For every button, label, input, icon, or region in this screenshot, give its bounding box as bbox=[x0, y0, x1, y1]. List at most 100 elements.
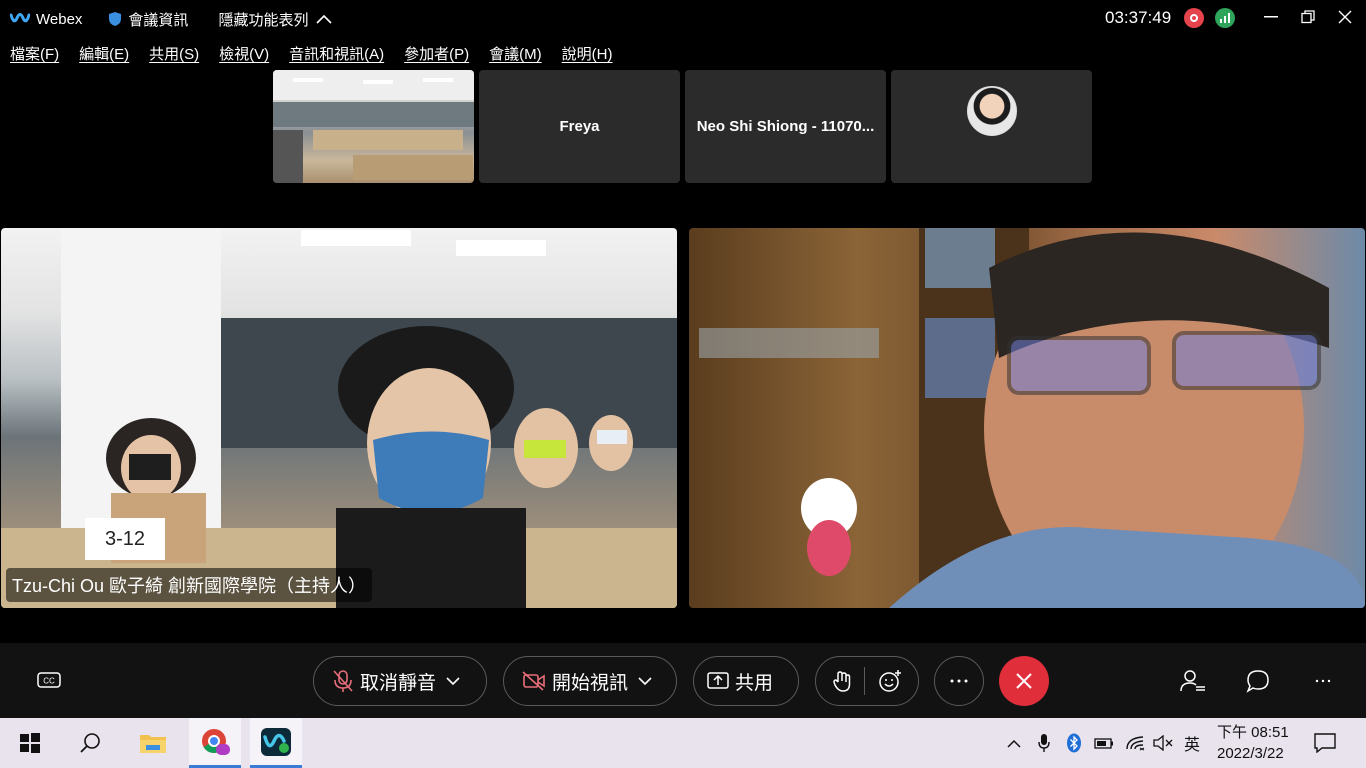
host-name-label: Tzu-Chi Ou 歐子綺 創新國際學院（主持人） bbox=[6, 568, 373, 602]
restore-button[interactable] bbox=[1296, 6, 1320, 28]
search-icon bbox=[80, 733, 100, 753]
battery-tray-button[interactable] bbox=[1093, 732, 1115, 754]
title-bar: Webex 會議資訊 隱藏功能表列 03:37:49 bbox=[0, 0, 1366, 38]
taskbar-clock[interactable]: 下午 08:51 2022/3/22 bbox=[1217, 722, 1289, 764]
classroom-video-image bbox=[273, 70, 474, 183]
menu-file[interactable]: 檔案(F) bbox=[0, 40, 69, 70]
microphone-tray-button[interactable] bbox=[1035, 732, 1053, 754]
unmute-button[interactable]: 取消靜音 bbox=[313, 656, 487, 706]
participant-thumbnail-avatar[interactable] bbox=[891, 70, 1092, 183]
speaker-video-image bbox=[699, 228, 1365, 608]
minimize-icon bbox=[1264, 16, 1278, 18]
hide-menu-label: 隱藏功能表列 bbox=[218, 11, 309, 29]
meeting-info-button[interactable]: 會議資訊 bbox=[108, 9, 188, 30]
notification-icon bbox=[1314, 733, 1336, 753]
meeting-info-label: 會議資訊 bbox=[128, 11, 189, 29]
participant-thumbnail-neo[interactable]: Neo Shi Shiong - 11070... bbox=[685, 70, 886, 183]
start-video-label: 開始視訊 bbox=[552, 672, 629, 694]
close-icon bbox=[1016, 673, 1032, 689]
more-horizontal-icon bbox=[1315, 679, 1331, 683]
chrome-icon bbox=[202, 728, 230, 755]
reactions-group bbox=[815, 656, 919, 706]
recording-icon[interactable] bbox=[1184, 8, 1204, 28]
microphone-muted-icon bbox=[333, 670, 353, 692]
video-tile-host[interactable]: 3-12 Tzu-Chi Ou 歐子綺 創新國際學院（主持人） bbox=[1, 228, 677, 608]
shield-icon bbox=[109, 12, 122, 26]
battery-charging-icon bbox=[1094, 738, 1113, 749]
webex-logo-icon bbox=[10, 13, 30, 23]
share-button[interactable]: 共用 bbox=[693, 656, 799, 706]
participant-thumbnail-freya[interactable]: Freya bbox=[479, 70, 680, 183]
menu-meeting[interactable]: 會議(M) bbox=[479, 40, 552, 70]
app-name: Webex bbox=[36, 10, 83, 28]
wifi-icon bbox=[1126, 736, 1145, 751]
closed-captions-button[interactable]: CC bbox=[36, 668, 62, 694]
seat-placard: 3-12 bbox=[85, 518, 165, 560]
chevron-up-icon bbox=[316, 14, 333, 24]
participants-button[interactable] bbox=[1180, 668, 1206, 694]
video-tile-speaker[interactable] bbox=[689, 228, 1365, 608]
minimize-button[interactable] bbox=[1259, 6, 1283, 28]
webex-app-icon bbox=[261, 727, 291, 756]
windows-taskbar: 英 下午 08:51 2022/3/22 bbox=[0, 718, 1366, 768]
bluetooth-tray-button[interactable] bbox=[1065, 732, 1083, 754]
search-button[interactable] bbox=[64, 718, 116, 768]
more-horizontal-icon bbox=[950, 679, 968, 683]
chevron-down-icon[interactable] bbox=[446, 676, 460, 686]
bluetooth-icon bbox=[1067, 733, 1081, 753]
hide-menu-bar-button[interactable]: 隱藏功能表列 bbox=[218, 9, 333, 30]
show-hidden-icons-button[interactable] bbox=[1004, 732, 1024, 754]
participant-name: Neo Shi Shiong - 11070... bbox=[696, 118, 875, 135]
video-off-icon bbox=[522, 671, 545, 691]
participant-name: Freya bbox=[559, 118, 600, 135]
meeting-control-bar: CC 取消靜音 開始視訊 共用 bbox=[0, 643, 1366, 718]
participants-icon bbox=[1180, 670, 1205, 692]
menu-edit[interactable]: 編輯(E) bbox=[69, 40, 139, 70]
unmute-label: 取消靜音 bbox=[360, 672, 437, 694]
meeting-clock: 03:37:49 bbox=[1105, 8, 1172, 27]
volume-tray-button[interactable] bbox=[1152, 732, 1174, 754]
divider bbox=[864, 667, 866, 695]
leave-meeting-button[interactable] bbox=[999, 656, 1049, 706]
start-video-button[interactable]: 開始視訊 bbox=[503, 656, 677, 706]
share-label: 共用 bbox=[735, 672, 774, 694]
more-options-button[interactable] bbox=[934, 656, 984, 706]
file-explorer-button[interactable] bbox=[127, 718, 179, 768]
chat-bubble-icon bbox=[1246, 670, 1269, 693]
webex-taskbar-button[interactable] bbox=[250, 718, 302, 768]
notification-center-button[interactable] bbox=[1300, 718, 1350, 768]
folder-icon bbox=[140, 735, 166, 753]
start-button[interactable] bbox=[4, 718, 56, 768]
input-language-button[interactable]: 英 bbox=[1181, 732, 1203, 754]
volume-muted-icon bbox=[1153, 735, 1173, 751]
wifi-tray-button[interactable] bbox=[1124, 732, 1146, 754]
network-stats-icon[interactable] bbox=[1215, 8, 1235, 28]
chevron-down-icon[interactable] bbox=[638, 676, 652, 686]
windows-logo-icon bbox=[20, 733, 40, 753]
raise-hand-icon[interactable] bbox=[832, 670, 852, 692]
restore-icon bbox=[1301, 10, 1315, 24]
menu-bar: 檔案(F) 編輯(E) 共用(S) 檢視(V) 音訊和視訊(A) 參加者(P) … bbox=[0, 40, 622, 70]
reaction-emoji-icon[interactable] bbox=[878, 669, 902, 693]
menu-participants[interactable]: 參加者(P) bbox=[394, 40, 479, 70]
svg-text:CC: CC bbox=[43, 677, 55, 686]
app-brand: Webex bbox=[10, 11, 82, 28]
microphone-icon bbox=[1038, 734, 1050, 752]
chrome-button[interactable] bbox=[189, 718, 241, 768]
menu-share[interactable]: 共用(S) bbox=[139, 40, 209, 70]
menu-audio-video[interactable]: 音訊和視訊(A) bbox=[279, 40, 394, 70]
share-screen-icon bbox=[707, 672, 729, 689]
avatar bbox=[966, 86, 1017, 136]
chevron-up-icon bbox=[1007, 739, 1021, 748]
taskbar-date: 2022/3/22 bbox=[1217, 745, 1284, 762]
chat-button[interactable] bbox=[1245, 668, 1271, 694]
close-window-button[interactable] bbox=[1333, 6, 1357, 28]
taskbar-time: 下午 08:51 bbox=[1217, 724, 1289, 741]
menu-view[interactable]: 檢視(V) bbox=[209, 40, 279, 70]
closed-captions-icon: CC bbox=[37, 672, 61, 688]
more-panels-button[interactable] bbox=[1310, 668, 1336, 694]
input-language-label: 英 bbox=[1183, 737, 1200, 754]
menu-help[interactable]: 說明(H) bbox=[552, 40, 623, 70]
close-icon bbox=[1338, 10, 1352, 24]
participant-thumbnail-classroom[interactable] bbox=[273, 70, 474, 183]
